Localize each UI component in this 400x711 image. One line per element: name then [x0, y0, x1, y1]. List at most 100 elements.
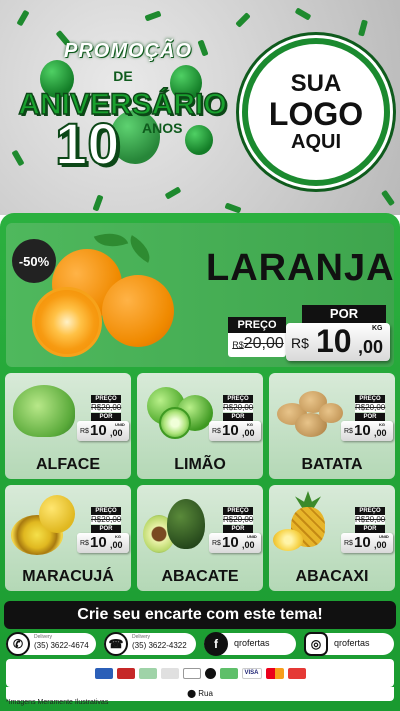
old-price: R$20,00: [223, 515, 254, 524]
anniversary-promo-seal: PROMOÇÃO DE ANIVERSÁRIO 10 ANOS: [10, 40, 235, 190]
whatsapp-number: (35) 3622-4674: [34, 641, 89, 650]
product-price-tag: PREÇO R$20,00 POR R$ 10,00 KG: [209, 395, 261, 443]
confetti: [16, 9, 30, 27]
card-icon: [219, 667, 238, 679]
featured-product-card[interactable]: -50% LARANJA POR PREÇO R$20,00 R$ 10 ,00…: [6, 223, 394, 367]
flyer: PROMOÇÃO DE ANIVERSÁRIO 10 ANOS SUA LOGO…: [0, 0, 400, 711]
old-price: R$20,00: [91, 403, 122, 412]
confetti: [358, 19, 368, 37]
preco-label: PREÇO: [355, 507, 385, 515]
hipercard-icon: [287, 667, 306, 679]
promo-number: 10: [54, 112, 121, 177]
old-price-tag: PREÇO R$20,00: [228, 317, 286, 357]
por-label: POR: [223, 413, 253, 421]
card-icon: [182, 667, 201, 679]
product-card-abacaxi[interactable]: PREÇO R$20,00 POR R$ 10,00 UNID ABACAXI: [269, 485, 395, 591]
card-icon: [116, 667, 135, 679]
avocado-image: [167, 499, 205, 549]
old-price: R$20,00: [232, 335, 284, 352]
confetti: [144, 10, 162, 22]
product-price-tag: PREÇO R$20,00 POR R$ 10,00 UNID: [77, 395, 129, 443]
product-card-alface[interactable]: PREÇO R$20,00 POR R$ 10,00 UNID ALFACE: [5, 373, 131, 479]
orange-image: [102, 275, 174, 347]
product-price-tag: PREÇO R$20,00 POR R$ 10,00 UNID: [341, 507, 393, 555]
pix-icon: [160, 667, 179, 679]
leaf-icon: [123, 235, 157, 263]
currency: R$: [291, 335, 309, 351]
lime-slice-image: [159, 407, 191, 439]
header: PROMOÇÃO DE ANIVERSÁRIO 10 ANOS SUA LOGO…: [0, 0, 400, 215]
price-unit: KG: [372, 325, 383, 332]
address-text: Rua: [198, 689, 213, 698]
price-integer: 10: [316, 323, 352, 359]
product-name: BATATA: [301, 456, 363, 473]
pineapple-slice-image: [273, 529, 303, 551]
offers-panel: -50% LARANJA POR PREÇO R$20,00 R$ 10 ,00…: [0, 213, 400, 711]
passion-fruit-image: [39, 495, 75, 533]
price-decimal: ,00: [358, 337, 384, 357]
orange-half-image: [32, 287, 102, 357]
product-name: ABACAXI: [295, 568, 369, 585]
por-label: POR: [223, 525, 253, 533]
potato-image: [319, 403, 343, 423]
por-label: POR: [91, 525, 121, 533]
whatsapp-contact[interactable]: ✆ Delivery (35) 3622-4674: [6, 632, 96, 656]
lettuce-image: [13, 385, 75, 437]
promo-de: DE: [113, 68, 133, 84]
instagram-icon: ◎: [304, 632, 328, 656]
confetti: [92, 194, 104, 212]
confetti: [294, 7, 312, 21]
current-price: R$ 10,00 UNID: [341, 533, 393, 553]
phone-icon: ☎: [104, 632, 128, 656]
card-icon: [94, 667, 113, 679]
preco-label: PREÇO: [355, 395, 385, 403]
phone-number: (35) 3622-4322: [132, 641, 187, 650]
instagram-contact[interactable]: ◎ qrofertas: [304, 632, 394, 656]
disclaimer: *Imagens Meramente Ilustrativas: [6, 699, 109, 706]
logo-line-2: LOGO: [268, 96, 364, 132]
logo-line-1: SUA: [290, 70, 342, 97]
facebook-handle: qrofertas: [234, 638, 270, 648]
current-price: R$ 10,00 UNID: [77, 421, 129, 441]
old-price: R$20,00: [223, 403, 254, 412]
preco-label: PREÇO: [91, 507, 121, 515]
product-price-tag: PREÇO R$20,00 POR R$ 10,00 KG: [77, 507, 129, 555]
delivery-label: Delivery: [34, 634, 53, 640]
current-price: R$ 10,00 KG: [209, 421, 261, 441]
current-price: R$ 10,00 KG: [77, 533, 129, 553]
phone-contact[interactable]: ☎ Delivery (35) 3622-4322: [104, 632, 196, 656]
confetti: [380, 189, 396, 207]
logo-placeholder: SUA LOGO AQUI: [242, 38, 390, 186]
cash-icon: [138, 667, 157, 679]
mastercard-icon: [265, 667, 284, 679]
logo-line-3: AQUI: [291, 131, 341, 153]
promo-title: PROMOÇÃO: [64, 40, 192, 62]
product-name: ALFACE: [36, 456, 100, 473]
elo-icon: [204, 667, 216, 679]
payment-methods: VISA: [6, 659, 394, 687]
preco-label: PREÇO: [223, 507, 253, 515]
instagram-handle: qrofertas: [334, 638, 370, 648]
facebook-icon: f: [204, 632, 228, 656]
current-price: R$ 10 ,00 KG: [286, 323, 390, 361]
leaf-icon: [93, 226, 129, 254]
product-card-limao[interactable]: PREÇO R$20,00 POR R$ 10,00 KG LIMÃO: [137, 373, 263, 479]
location-pin-icon: ⬤: [187, 689, 197, 698]
visa-icon: VISA: [241, 667, 262, 679]
por-label: POR: [302, 305, 386, 323]
old-price: R$20,00: [355, 403, 386, 412]
product-card-maracuja[interactable]: PREÇO R$20,00 POR R$ 10,00 KG MARACUJÁ: [5, 485, 131, 591]
cta-banner[interactable]: Crie seu encarte com este tema!: [4, 601, 396, 629]
old-price: R$20,00: [91, 515, 122, 524]
por-label: POR: [355, 525, 385, 533]
preco-label: PREÇO: [91, 395, 121, 403]
facebook-contact[interactable]: f qrofertas: [204, 632, 296, 656]
product-price-tag: PREÇO R$20,00 POR R$ 10,00 KG: [341, 395, 393, 443]
preco-label: PREÇO: [228, 317, 286, 333]
balloon: [185, 125, 213, 155]
product-card-batata[interactable]: PREÇO R$20,00 POR R$ 10,00 KG BATATA: [269, 373, 395, 479]
product-price-tag: PREÇO R$20,00 POR R$ 10,00 UNID: [209, 507, 261, 555]
por-label: POR: [355, 413, 385, 421]
featured-product-name: LARANJA: [206, 247, 394, 289]
product-card-abacate[interactable]: PREÇO R$20,00 POR R$ 10,00 UNID ABACATE: [137, 485, 263, 591]
